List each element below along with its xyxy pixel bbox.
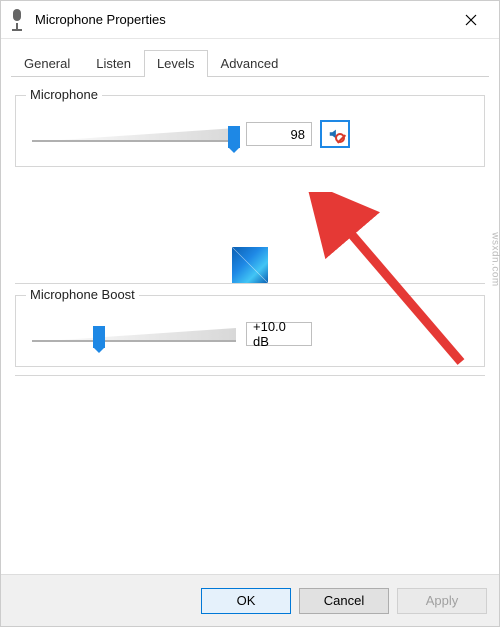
boost-legend: Microphone Boost (26, 287, 139, 302)
boost-value[interactable]: +10.0 dB (246, 322, 312, 346)
window-title: Microphone Properties (35, 12, 451, 27)
boost-slider[interactable] (30, 320, 238, 348)
microphone-slider[interactable] (30, 120, 238, 148)
cancel-button[interactable]: Cancel (299, 588, 389, 614)
tab-strip: General Listen Levels Advanced (1, 39, 499, 76)
levels-panel: Microphone 98 Microphone (1, 77, 499, 574)
microphone-boost-group: Microphone Boost +10.0 dB (15, 295, 485, 367)
boost-row: +10.0 dB (30, 320, 470, 348)
microphone-value[interactable]: 98 (246, 122, 312, 146)
close-button[interactable] (451, 1, 491, 39)
ok-button[interactable]: OK (201, 588, 291, 614)
tab-advanced[interactable]: Advanced (208, 50, 292, 77)
divider-2 (15, 375, 485, 376)
titlebar: Microphone Properties (1, 1, 499, 39)
microphone-icon (9, 9, 25, 31)
tab-levels[interactable]: Levels (144, 50, 208, 77)
apply-button: Apply (397, 588, 487, 614)
logo-icon (232, 247, 268, 283)
muted-badge-icon (335, 133, 345, 143)
microphone-group: Microphone 98 (15, 95, 485, 167)
divider (15, 283, 485, 284)
microphone-legend: Microphone (26, 87, 102, 102)
microphone-slider-thumb[interactable] (228, 126, 240, 148)
window: Microphone Properties General Listen Lev… (0, 0, 500, 627)
tab-listen[interactable]: Listen (83, 50, 144, 77)
boost-slider-thumb[interactable] (93, 326, 105, 348)
watermark: wsxdn.com (490, 232, 500, 287)
button-bar: OK Cancel Apply (1, 574, 499, 626)
microphone-row: 98 (30, 120, 470, 148)
mute-button[interactable] (320, 120, 350, 148)
tab-general[interactable]: General (11, 50, 83, 77)
